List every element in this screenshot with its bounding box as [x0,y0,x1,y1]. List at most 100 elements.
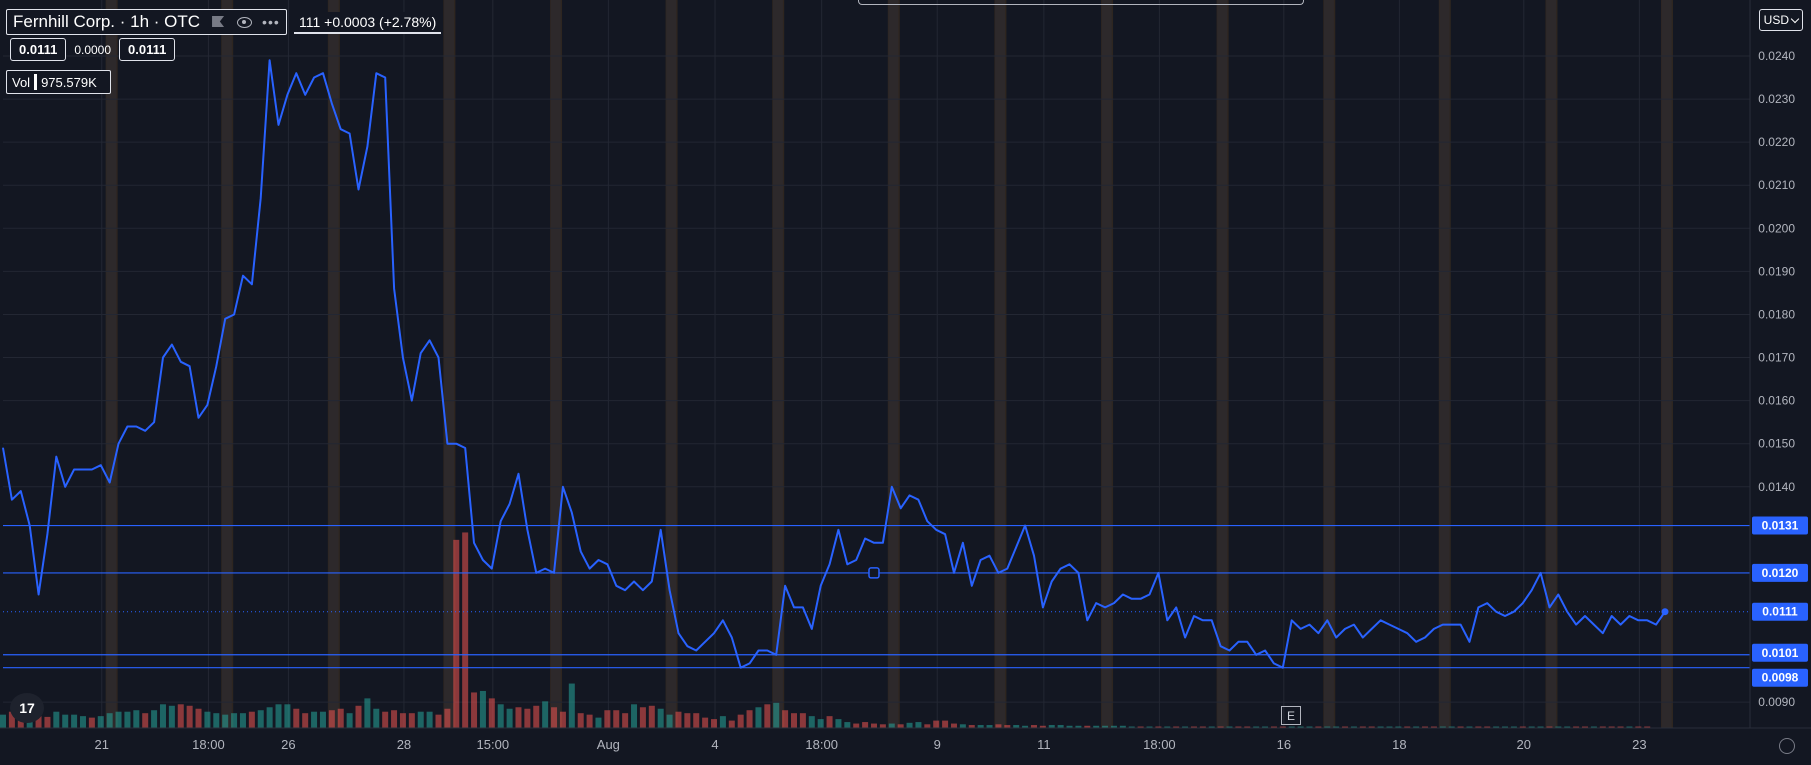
spread-value: 0.0000 [74,42,112,57]
volume-bar [853,723,860,728]
price-point [2,447,4,449]
price-point [402,356,404,359]
price-label: 0.0101 [1762,646,1799,660]
price-point [1646,619,1648,621]
price-point [1184,636,1186,639]
price-point [811,628,813,630]
volume-bar [186,705,193,728]
price-point [882,542,884,544]
price-point [1077,572,1080,574]
volume-bar [524,708,531,728]
price-point [429,339,431,341]
price-point [384,76,386,79]
price-point [980,559,982,561]
price-point [366,145,368,148]
price-point [517,473,520,475]
price-point [1388,624,1391,626]
price-point [1397,628,1399,630]
price-point [1006,568,1008,570]
price-point [82,468,84,471]
volume-bar [888,723,895,728]
volume-bar [391,710,398,728]
earnings-marker[interactable]: E [1281,706,1301,725]
price-point [1566,611,1568,613]
volume-legend[interactable]: Vol 975.579K [6,70,111,94]
y-tick-label: 0.0190 [1758,264,1795,278]
x-tick-label: 4 [711,737,718,752]
more-dots-icon[interactable]: ••• [262,14,280,30]
ask-chip[interactable]: 0.0111 [119,38,176,61]
price-point [1637,619,1639,621]
volume-bar [719,716,726,728]
symbol-title[interactable]: Fernhill Corp. · 1h · OTC [13,12,200,32]
volume-bar [479,690,486,728]
volume-bar [533,705,540,728]
price-label: 0.0131 [1762,519,1799,533]
price-chart[interactable]: 0.0090 0.0140 0.0150 0.0160 0.0170 0.0180 0.01… [0,0,1811,760]
price-point [757,649,760,652]
volume-bar [462,532,469,728]
price-point [1326,619,1328,621]
chart-canvas[interactable]: 0.0090 0.0140 0.0150 0.0160 0.0170 0.0180 0.01… [0,0,1811,760]
volume-bar [328,710,335,728]
eye-icon[interactable] [236,14,253,30]
price-point [393,288,395,290]
price-point [1362,636,1364,639]
price-point [411,400,413,402]
price-point [91,468,93,471]
volume-bar [213,713,220,728]
price-point [357,188,360,191]
price-point [1068,563,1071,565]
price-point [1513,611,1515,613]
volume-bar [435,714,442,728]
price-point [1264,649,1266,652]
currency-button[interactable]: USD [1758,9,1803,31]
symbol-legend[interactable]: Fernhill Corp. · 1h · OTC ••• [6,9,287,35]
price-point [135,425,137,428]
volume-bar [648,705,655,728]
volume-bar [239,713,246,728]
volume-bar [266,707,273,728]
price-point [1202,619,1204,621]
price-point [482,559,484,561]
volume-bar [195,708,202,728]
price-point [1220,645,1222,647]
tradingview-logo[interactable]: 17 [10,693,44,723]
volume-bar [302,713,309,728]
price-point [1539,572,1542,574]
volume-bar [275,704,282,728]
volume-bar [693,713,700,728]
price-point [1166,619,1168,621]
price-point [1246,641,1248,643]
bid-chip[interactable]: 0.0111 [10,38,67,61]
price-point [1317,632,1319,634]
settings-icon[interactable] [1779,738,1795,754]
price-point [340,128,342,130]
price-point [64,486,66,488]
price-point [1122,593,1124,596]
price-point [1468,641,1471,643]
price-point [668,589,671,591]
volume-bar [0,714,6,728]
price-point [908,494,911,496]
price-point [1575,624,1577,626]
price-point [1442,624,1444,626]
price-point [642,589,644,591]
flag-icon[interactable] [210,14,226,30]
volume-bar [737,714,744,728]
price-point [1548,606,1551,608]
currency-label: USD [1763,13,1789,27]
volume-bar [382,711,389,728]
volume-bar [222,714,229,728]
drawing-toolbar[interactable] [858,0,1304,5]
price-point [624,589,626,591]
volume-bar [311,711,318,728]
price-point [1255,654,1257,656]
volume-bar [728,720,735,728]
price-point [828,563,831,565]
session-band-blue-7 [888,0,899,728]
price-point [1344,628,1346,630]
price-chips: 0.0111 0.0000 0.0111 [10,38,176,61]
price-point [420,352,422,354]
session-band-blue-14 [1661,0,1672,728]
